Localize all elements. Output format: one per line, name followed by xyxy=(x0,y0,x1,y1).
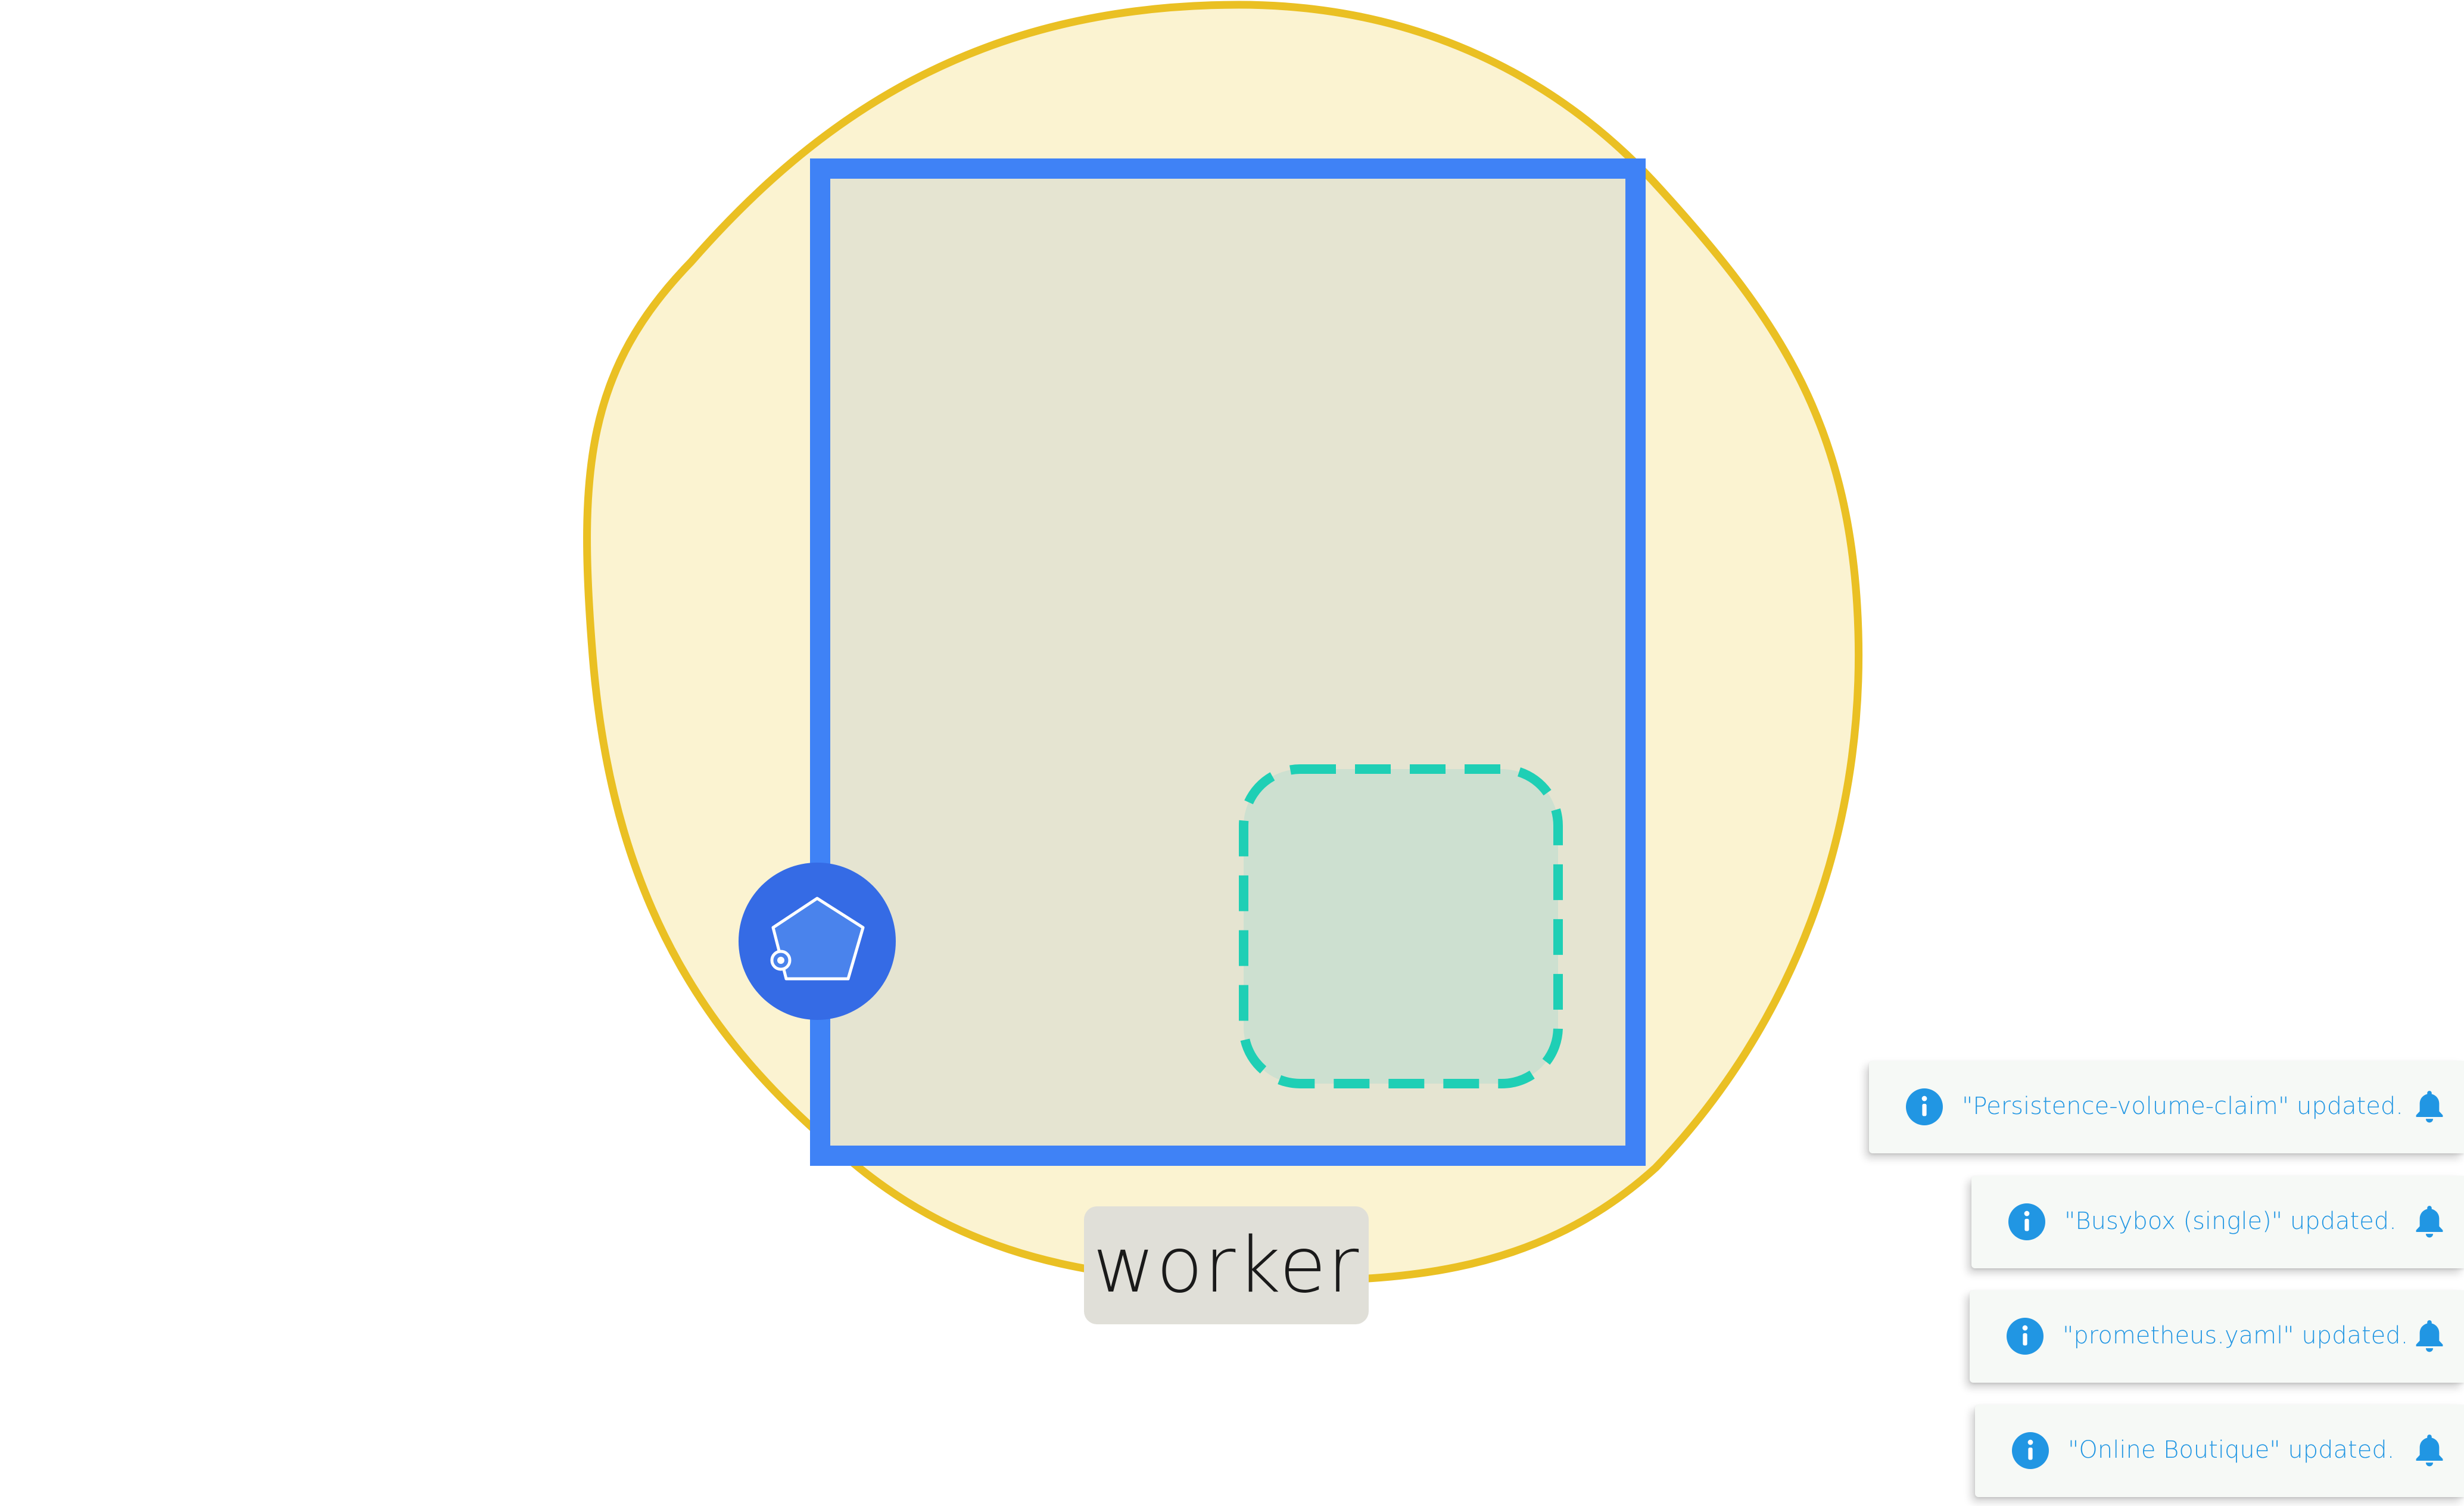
bell-icon[interactable] xyxy=(2413,1318,2446,1355)
notification-message: "Busybox (single)" updated. xyxy=(2064,1208,2397,1235)
notification-message: "prometheus.yaml" updated. xyxy=(2063,1322,2409,1349)
notification-toast[interactable]: "Busybox (single)" updated. xyxy=(1971,1176,2464,1268)
design-canvas[interactable]: worker "Persistence-volume-claim" update… xyxy=(0,0,2464,1503)
notification-message: "Persistence-volume-claim" updated. xyxy=(1962,1093,2404,1120)
notification-toast[interactable]: "Persistence-volume-claim" updated. xyxy=(1869,1061,2464,1153)
info-icon xyxy=(1906,1088,1943,1125)
info-icon xyxy=(2008,1203,2045,1240)
bell-icon[interactable] xyxy=(2413,1203,2446,1240)
bell-icon[interactable] xyxy=(2413,1088,2446,1125)
bell-icon[interactable] xyxy=(2413,1432,2446,1469)
info-icon xyxy=(2012,1432,2049,1469)
node-label-worker[interactable]: worker xyxy=(1084,1206,1369,1324)
info-icon xyxy=(2007,1318,2044,1355)
notification-toast[interactable]: "Online Boutique" updated. xyxy=(1975,1405,2464,1497)
notification-toast[interactable]: "prometheus.yaml" updated. xyxy=(1970,1290,2464,1383)
notification-message: "Online Boutique" updated. xyxy=(2068,1436,2395,1464)
node-badge[interactable] xyxy=(739,863,896,1020)
pod-placeholder[interactable] xyxy=(1239,764,1563,1088)
